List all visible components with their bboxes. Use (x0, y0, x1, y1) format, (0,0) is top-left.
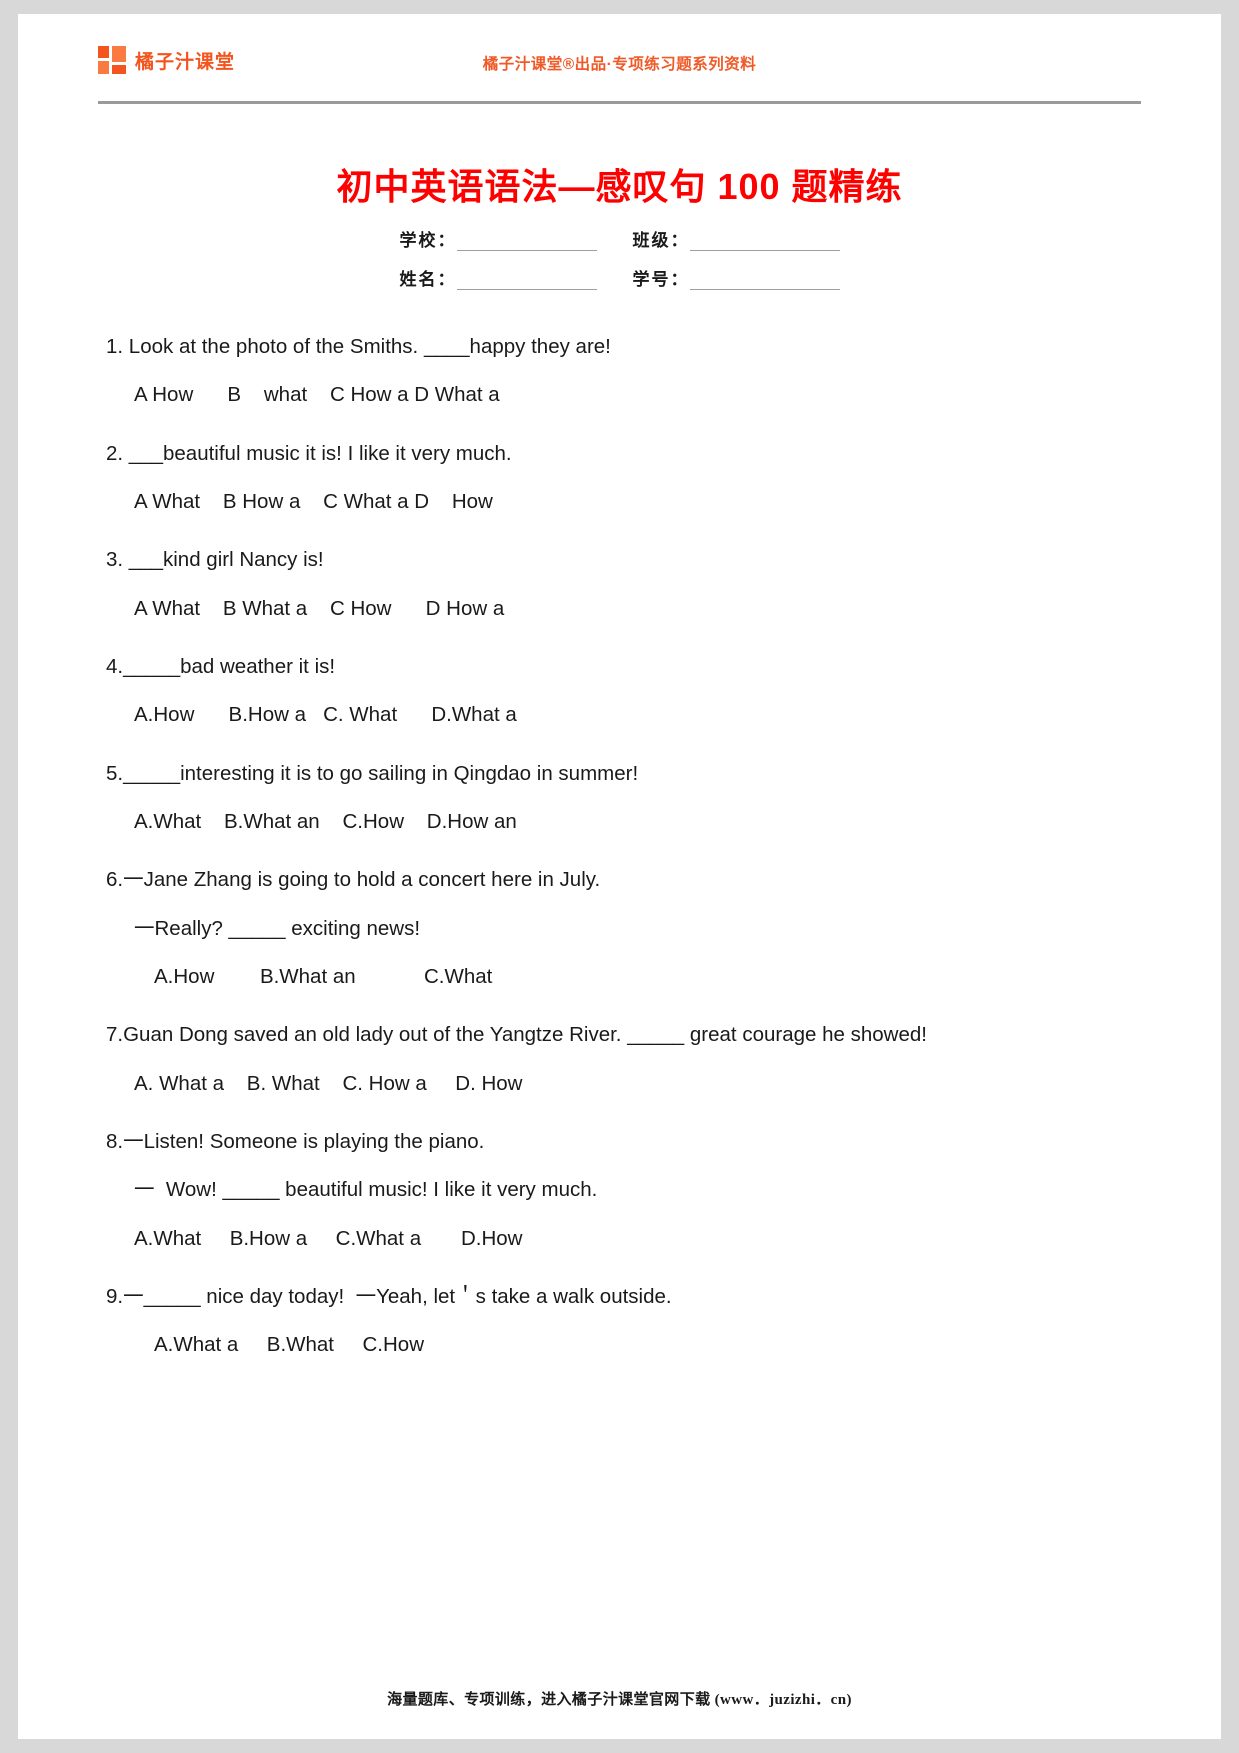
question-options[interactable]: A How B what C How a D What a (106, 380, 1133, 410)
question-stem: 9.一_____ nice day today! 一Yeah, let＇s ta… (106, 1284, 672, 1308)
student-info-block: 学校： 班级： 姓名： 学号： (18, 226, 1221, 290)
brand-logo: 橘子汁课堂 (98, 46, 235, 74)
name-label: 姓名： (399, 270, 457, 289)
school-label: 学校： (399, 231, 457, 250)
question-dialog-line: 一Really? _____ exciting news! (134, 916, 421, 940)
question-item: 4._____bad weather it is! A.How B.How a … (106, 652, 1133, 731)
student-info-row-1: 学校： 班级： (400, 226, 840, 251)
question-options[interactable]: A.What B.How a C.What a D.How (106, 1224, 1133, 1254)
question-item: 9.一_____ nice day today! 一Yeah, let＇s ta… (106, 1282, 1133, 1361)
name-input[interactable] (456, 272, 597, 290)
page-frame: 橘子汁课堂 橘子汁课堂®出品·专项练习题系列资料 初中英语语法—感叹句 100 … (0, 0, 1239, 1753)
question-options[interactable]: A What B What a C How D How a (106, 594, 1133, 624)
question-options[interactable]: A.How B.How a C. What D.What a (106, 700, 1133, 730)
question-stem: 1. Look at the photo of the Smiths. ____… (106, 335, 611, 358)
student-id-input[interactable] (689, 272, 840, 290)
question-options[interactable]: A What B How a C What a D How (106, 487, 1133, 517)
question-item: 3. ___kind girl Nancy is! A What B What … (106, 545, 1133, 624)
student-info-row-2: 姓名： 学号： (400, 265, 840, 290)
question-item: 6.一Jane Zhang is going to hold a concert… (106, 865, 1133, 992)
question-stem: 8.一Listen! Someone is playing the piano. (106, 1129, 485, 1153)
question-stem: 3. ___kind girl Nancy is! (106, 548, 324, 572)
question-item: 7.Guan Dong saved an old lady out of the… (106, 1020, 1133, 1099)
question-item: 8.一Listen! Someone is playing the piano.… (106, 1127, 1133, 1254)
student-id-field: 学号： (633, 265, 840, 290)
class-label: 班级： (632, 231, 690, 250)
class-input[interactable] (689, 233, 840, 251)
page-header: 橘子汁课堂 橘子汁课堂®出品·专项练习题系列资料 (98, 36, 1141, 106)
question-options[interactable]: A. What a B. What C. How a D. How (106, 1069, 1133, 1099)
student-id-label: 学号： (632, 270, 690, 289)
header-tagline: 橘子汁课堂®出品·专项练习题系列资料 (482, 56, 757, 73)
question-item: 5._____interesting it is to go sailing i… (106, 759, 1133, 838)
question-options[interactable]: A.How B.What an C.What (106, 962, 1133, 992)
name-field: 姓名： (400, 265, 633, 290)
page-title: 初中英语语法—感叹句 100 题精练 (336, 166, 903, 207)
brand-name: 橘子汁课堂 (135, 51, 236, 73)
question-stem: 6.一Jane Zhang is going to hold a concert… (106, 868, 601, 892)
document-page: 橘子汁课堂 橘子汁课堂®出品·专项练习题系列资料 初中英语语法—感叹句 100 … (18, 14, 1221, 1739)
header-divider (98, 101, 1141, 104)
page-footer: 海量题库、专项训练，进入橘子汁课堂官网下载 (www．juzizhi．cn) (387, 1692, 852, 1708)
question-stem: 7.Guan Dong saved an old lady out of the… (106, 1023, 927, 1047)
question-list: 1. Look at the photo of the Smiths. ____… (106, 332, 1133, 1361)
class-field: 班级： (633, 226, 840, 251)
question-item: 2. ___beautiful music it is! I like it v… (106, 439, 1133, 518)
question-dialog-line: 一 Wow! _____ beautiful music! I like it … (134, 1178, 598, 1202)
question-options[interactable]: A.What a B.What C.How (106, 1330, 1133, 1360)
school-field: 学校： (400, 226, 633, 251)
question-options[interactable]: A.What B.What an C.How D.How an (106, 807, 1133, 837)
question-item: 1. Look at the photo of the Smiths. ____… (106, 332, 1133, 411)
school-input[interactable] (456, 233, 597, 251)
question-stem: 5._____interesting it is to go sailing i… (106, 761, 639, 785)
question-stem: 2. ___beautiful music it is! I like it v… (106, 441, 512, 465)
juzizhi-squares-icon (98, 46, 128, 74)
question-stem: 4._____bad weather it is! (106, 654, 336, 678)
